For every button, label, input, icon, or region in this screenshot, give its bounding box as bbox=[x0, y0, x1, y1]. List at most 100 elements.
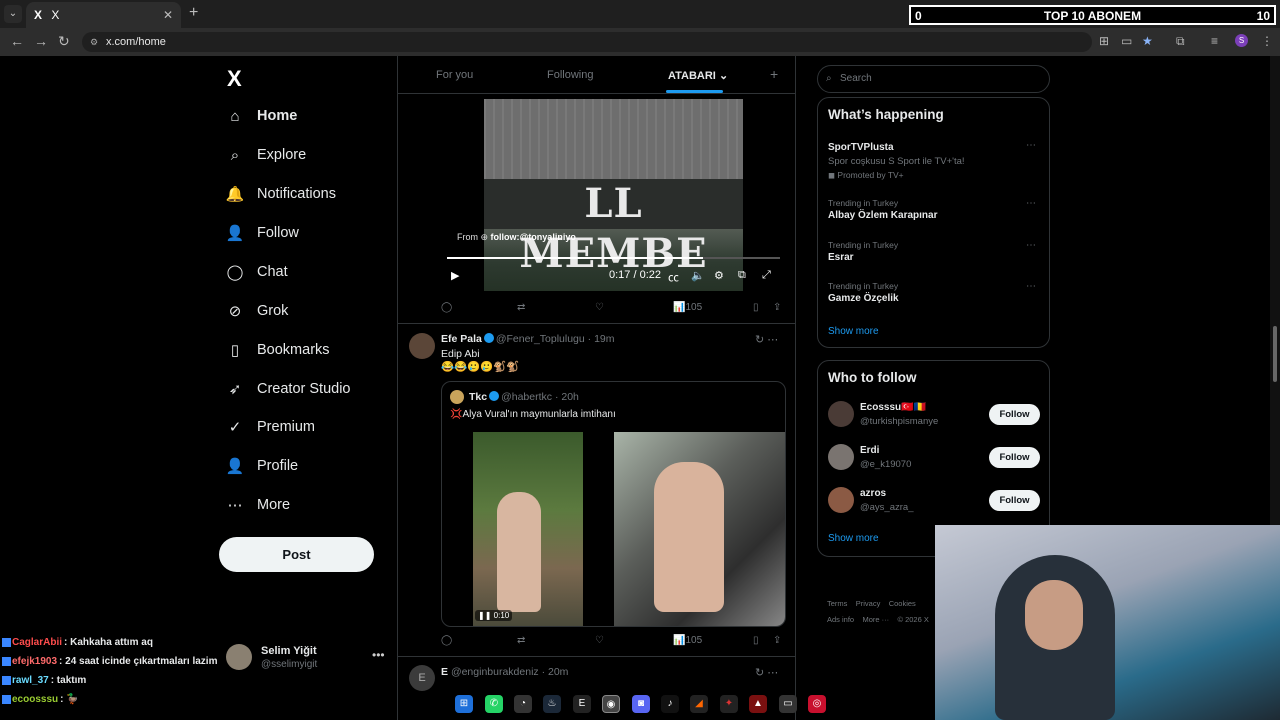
chrome-icon[interactable]: ◉ bbox=[602, 695, 620, 713]
reading-list-icon[interactable]: ≡ bbox=[1211, 34, 1218, 48]
account-switcher[interactable]: Selim Yiğit @sselimyigit ••• bbox=[226, 644, 386, 676]
follow-suggestion[interactable]: azros @ays_azra_ Follow bbox=[828, 487, 1040, 517]
back-icon[interactable]: ← bbox=[10, 33, 24, 49]
share-icon[interactable]: ⇪ bbox=[773, 635, 781, 646]
like-icon[interactable]: ♡ bbox=[595, 302, 604, 313]
sidebar-item-chat[interactable]: ◯ Chat bbox=[226, 258, 288, 286]
app-icon-red[interactable]: ◎ bbox=[808, 695, 826, 713]
steam-icon[interactable]: ♨ bbox=[543, 695, 561, 713]
more-icon[interactable]: ⋯ bbox=[1026, 198, 1036, 209]
grok-icon[interactable]: ↻ ⋯ bbox=[755, 333, 778, 346]
add-tab-button[interactable]: + bbox=[770, 66, 778, 82]
show-more-link[interactable]: Show more bbox=[828, 326, 879, 337]
cast-icon[interactable]: ▭ bbox=[1121, 34, 1132, 48]
reply-icon[interactable]: ◯ bbox=[441, 302, 452, 313]
sidebar-item-profile[interactable]: 👤 Profile bbox=[226, 452, 298, 480]
search-input[interactable]: ⌕ Search bbox=[817, 65, 1050, 93]
footer-privacy[interactable]: Privacy bbox=[856, 599, 881, 608]
new-tab-button[interactable]: + bbox=[189, 4, 198, 22]
footer-ads-info[interactable]: Ads info bbox=[827, 615, 854, 624]
repost-icon[interactable]: ⇄ bbox=[517, 635, 525, 646]
author-handle[interactable]: @Fener_Toplulugu · 19m bbox=[496, 333, 615, 345]
avatar[interactable] bbox=[409, 333, 435, 359]
quote-video-left[interactable]: ❚❚ 0:10 bbox=[473, 432, 583, 626]
grok-icon[interactable]: ↻ ⋯ bbox=[755, 666, 778, 679]
follow-button[interactable]: Follow bbox=[989, 404, 1040, 425]
tab-atabari[interactable]: ATABARI ⌄ bbox=[668, 69, 728, 82]
reply-icon[interactable]: ◯ bbox=[441, 635, 452, 646]
riot-icon[interactable]: ✦ bbox=[720, 695, 738, 713]
repost-icon[interactable]: ⇄ bbox=[517, 302, 525, 313]
quote-image-right[interactable] bbox=[614, 432, 785, 626]
video-source[interactable]: From ⊕ follow:@tonyaliniyo bbox=[457, 232, 576, 243]
sidebar-item-more[interactable]: ⋯ More bbox=[226, 491, 291, 519]
volume-icon[interactable]: 🔈 bbox=[691, 269, 705, 282]
tab-for-you[interactable]: For you bbox=[436, 69, 473, 81]
windows-start-icon[interactable]: ⊞ bbox=[455, 695, 473, 713]
views-count[interactable]: 📊 105 bbox=[673, 635, 702, 646]
tab-close-icon[interactable]: ✕ bbox=[163, 2, 173, 28]
whatsapp-icon[interactable]: ✆ bbox=[485, 695, 503, 713]
more-icon[interactable]: ••• bbox=[372, 648, 385, 662]
game-icon[interactable]: ▲ bbox=[749, 695, 767, 713]
follow-button[interactable]: Follow bbox=[989, 490, 1040, 511]
video-player[interactable]: LL MEMBE From ⊕ follow:@tonyaliniyo ▶ 0:… bbox=[441, 99, 786, 291]
bookmark-icon[interactable]: ▯ bbox=[753, 635, 759, 646]
settings-icon[interactable]: ⚙ bbox=[714, 269, 724, 282]
trend-item[interactable]: SporTVPlusta Spor coşkusu S Sport ile TV… bbox=[828, 140, 1038, 181]
pip-icon[interactable]: ⧉ bbox=[738, 269, 746, 282]
trend-item[interactable]: Trending in Turkey Albay Özlem Karapınar… bbox=[828, 198, 1038, 221]
post-button[interactable]: Post bbox=[219, 537, 374, 572]
tab-search-button[interactable]: ⌄ bbox=[4, 5, 22, 23]
translate-icon[interactable]: ⊞ bbox=[1099, 34, 1109, 48]
sidebar-item-bookmarks[interactable]: ▯ Bookmarks bbox=[226, 336, 330, 364]
author-name[interactable]: Efe Pala bbox=[441, 333, 482, 345]
more-icon[interactable]: ⋯ bbox=[1026, 281, 1036, 292]
follow-suggestion[interactable]: Ecosssu🇹🇷🇷🇴 @turkishpismanye Follow bbox=[828, 401, 1040, 431]
sidebar-item-notifications[interactable]: 🔔 Notifications bbox=[226, 180, 336, 208]
footer-more[interactable]: More ··· bbox=[862, 615, 889, 624]
like-icon[interactable]: ♡ bbox=[595, 635, 604, 646]
address-bar[interactable]: ⚙ x.com/home bbox=[82, 32, 1092, 52]
footer-terms[interactable]: Terms bbox=[827, 599, 847, 608]
extensions-icon[interactable]: ⧉ bbox=[1176, 34, 1185, 49]
browser-tab[interactable]: X X ✕ bbox=[26, 2, 181, 28]
x-logo[interactable]: X bbox=[227, 66, 242, 92]
speedometer-icon[interactable]: ◔ bbox=[514, 695, 532, 713]
views-count[interactable]: 📊 105 bbox=[673, 302, 702, 313]
menu-icon[interactable]: ⋮ bbox=[1261, 34, 1273, 48]
sidebar-item-creator-studio[interactable]: ➶ Creator Studio bbox=[226, 375, 351, 403]
author-name[interactable]: E bbox=[441, 666, 448, 678]
trend-item[interactable]: Trending in Turkey Esrar ⋯ bbox=[828, 240, 1038, 263]
trend-item[interactable]: Trending in Turkey Gamze Özçelik ⋯ bbox=[828, 281, 1038, 304]
quoted-post[interactable]: Tkc @habertkc · 20h 💢Alya Vural'ın maymun… bbox=[441, 381, 786, 627]
tab-following[interactable]: Following bbox=[547, 69, 593, 81]
tiktok-icon[interactable]: ♪ bbox=[661, 695, 679, 713]
star-icon[interactable]: ★ bbox=[1142, 34, 1153, 48]
bookmark-icon[interactable]: ▯ bbox=[753, 302, 759, 313]
follow-suggestion[interactable]: Erdi @e_k19070 Follow bbox=[828, 444, 1040, 474]
profile-icon[interactable]: S bbox=[1235, 34, 1248, 47]
play-icon[interactable]: ▶ bbox=[451, 269, 459, 282]
share-icon[interactable]: ⇪ bbox=[773, 302, 781, 313]
captions-icon[interactable]: ㏄ bbox=[668, 269, 679, 285]
avatar[interactable]: E bbox=[409, 665, 435, 691]
sidebar-item-follow[interactable]: 👤 Follow bbox=[226, 219, 299, 247]
forward-icon[interactable]: → bbox=[34, 33, 48, 49]
terminal-icon[interactable]: ▭ bbox=[779, 695, 797, 713]
more-icon[interactable]: ⋯ bbox=[1026, 240, 1036, 251]
footer-cookies[interactable]: Cookies bbox=[889, 599, 916, 608]
fullscreen-icon[interactable]: ⤢ bbox=[762, 269, 771, 282]
app-icon[interactable]: ◢ bbox=[690, 695, 708, 713]
show-more-link[interactable]: Show more bbox=[828, 533, 879, 544]
epic-games-icon[interactable]: E bbox=[573, 695, 591, 713]
scrollbar-thumb[interactable] bbox=[1273, 326, 1277, 382]
author-handle[interactable]: @enginburakdeniz · 20m bbox=[451, 666, 568, 678]
discord-icon[interactable]: ◙ bbox=[632, 695, 650, 713]
sidebar-item-grok[interactable]: ⊘ Grok bbox=[226, 297, 289, 325]
video-progress[interactable] bbox=[447, 257, 780, 259]
follow-button[interactable]: Follow bbox=[989, 447, 1040, 468]
sidebar-item-explore[interactable]: ⌕ Explore bbox=[226, 141, 306, 169]
sidebar-item-home[interactable]: ⌂ Home bbox=[226, 102, 297, 130]
site-info-icon[interactable]: ⚙ bbox=[90, 32, 98, 52]
